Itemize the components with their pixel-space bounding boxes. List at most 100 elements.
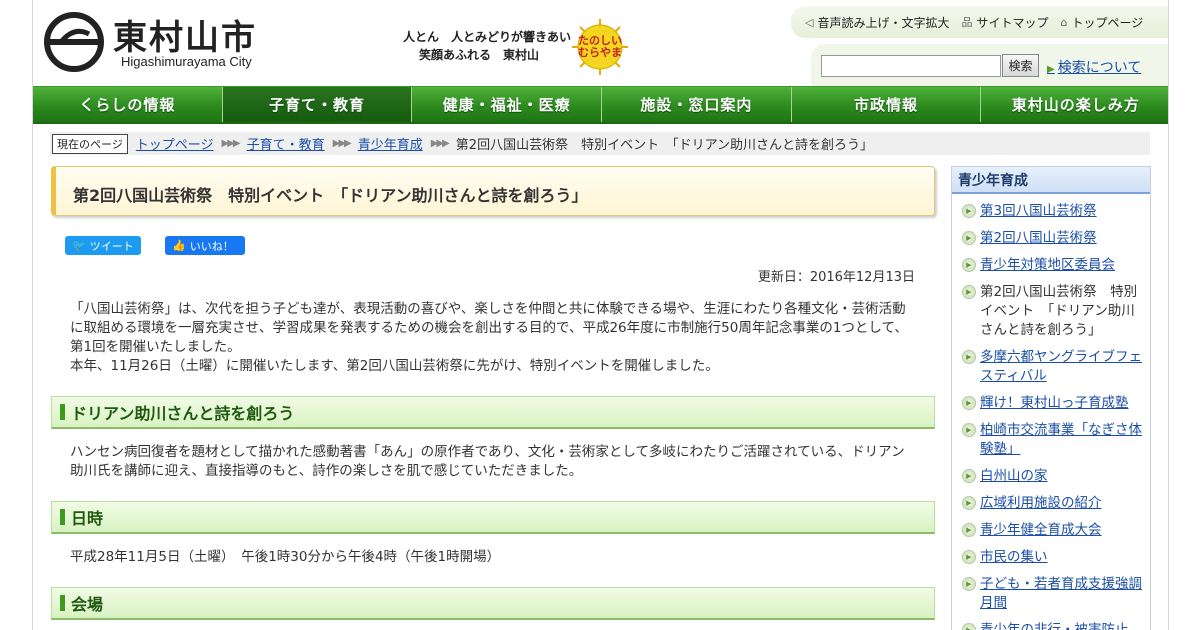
sidebar-link[interactable]: 青少年健全育成大会	[980, 521, 1102, 540]
sidebar-link[interactable]: 白州山の家	[980, 467, 1048, 486]
bullet-arrow-icon: ▶	[962, 423, 976, 437]
nav-item-city-admin[interactable]: 市政情報	[791, 87, 982, 122]
page-title: 第2回八国山芸術祭 特別イベント 「ドリアン助川さんと詩を創ろう」	[73, 186, 588, 205]
arrow-right-icon: ▶	[1047, 64, 1055, 75]
sidebar-list: ▶ 第3回八国山芸術祭 ▶ 第2回八国山芸術祭 ▶ 青少年対策地区委員会 ▶ 第2回八国…	[952, 194, 1150, 630]
sidebar-link[interactable]: 柏崎市交流事業「なぎさ体験塾」	[980, 421, 1144, 459]
top-page-icon: ⌂	[1060, 15, 1068, 29]
nav-item-health-welfare[interactable]: 健康・福祉・医療	[412, 87, 603, 122]
sidebar-item: ▶ 青少年対策地区委員会	[962, 256, 1144, 275]
section-heading: 会場	[51, 587, 935, 620]
tweet-button[interactable]: 🐦 ツイート	[65, 236, 141, 255]
tools-bar: ◁ 音声読み上げ・文字拡大 品 サイトマップ ⌂ トップページ	[791, 6, 1168, 38]
sidebar-link[interactable]: 第2回八国山芸術祭	[980, 229, 1097, 248]
heading-bar-icon	[60, 404, 65, 420]
sidebar-item: ▶ 柏崎市交流事業「なぎさ体験塾」	[962, 421, 1144, 459]
breadcrumb-here-label: 現在のページ	[52, 133, 128, 154]
bullet-arrow-icon: ▶	[962, 258, 976, 272]
sidebar-item-current: ▶ 第2回八国山芸術祭 特別イベント 「ドリアン助川さんと詩を創ろう」	[962, 283, 1144, 340]
search-input[interactable]	[821, 55, 1001, 77]
sidebar-link[interactable]: 広域利用施設の紹介	[980, 494, 1102, 513]
sidebar-title: 青少年育成	[952, 167, 1150, 194]
bullet-arrow-icon: ▶	[962, 285, 976, 299]
bullet-arrow-icon: ▶	[962, 231, 976, 245]
top-page-link[interactable]: ⌂ トップページ	[1061, 14, 1144, 31]
breadcrumb-separator-icon: ▶▶▶	[221, 138, 241, 149]
nav-item-living[interactable]: くらしの情報	[33, 87, 223, 122]
sidebar-link[interactable]: 子ども・若者育成支援強調月間	[980, 575, 1144, 613]
bullet-arrow-icon: ▶	[962, 469, 976, 483]
sidebar-item: ▶ 広域利用施設の紹介	[962, 494, 1144, 513]
thumbs-up-icon: 👍	[172, 239, 186, 252]
slogan-line-2: 笑顔あふれる 東村山	[419, 48, 540, 62]
global-nav: くらしの情報 子育て・教育 健康・福祉・医療 施設・窓口案内 市政情報 東村山の…	[33, 86, 1168, 124]
section-heading-text: ドリアン助川さんと詩を創ろう	[71, 404, 295, 423]
twitter-icon: 🐦	[72, 239, 86, 252]
bullet-arrow-icon: ▶	[962, 577, 976, 591]
emblem-icon: たのしい むらやま	[571, 18, 629, 76]
sidebar-link[interactable]: 多摩六都ヤングライブフェスティバル	[980, 348, 1144, 386]
sidebar-item: ▶ 白州山の家	[962, 467, 1144, 486]
city-logo-icon[interactable]	[39, 12, 109, 72]
breadcrumb: 現在のページ トップページ ▶▶▶ 子育て・教育 ▶▶▶ 青少年育成 ▶▶▶ 第…	[50, 132, 1150, 155]
breadcrumb-link-childcare[interactable]: 子育て・教育	[247, 134, 325, 153]
like-label: いいね！	[189, 239, 234, 253]
search-button[interactable]: 検索	[1002, 54, 1039, 77]
bullet-arrow-icon: ▶	[962, 496, 976, 510]
sitemap-label: サイトマップ	[976, 15, 1049, 30]
sidebar-link[interactable]: 青少年の非行・被害防止	[980, 621, 1129, 630]
intro-paragraph-2: 本年、11月26日（土曜）に開催いたします、第2回八国山芸術祭に先がけ、特別イベ…	[70, 358, 719, 374]
top-page-label: トップページ	[1071, 15, 1144, 30]
breadcrumb-link-top[interactable]: トップページ	[136, 134, 214, 153]
sidebar-link[interactable]: 青少年対策地区委員会	[980, 256, 1115, 275]
sitemap-icon: 品	[961, 16, 973, 29]
bullet-arrow-icon: ▶	[962, 350, 976, 364]
nav-item-facilities[interactable]: 施設・窓口案内	[602, 87, 792, 122]
bullet-arrow-icon: ▶	[962, 204, 976, 218]
search-area: 検索 ▶ 検索について	[811, 44, 1168, 86]
slogan: 人とん 人とみどりが響きあい 笑顔あふれる 東村山	[403, 28, 571, 64]
updated-date: 更新日：2016年12月13日	[757, 270, 915, 285]
heading-bar-icon	[60, 509, 65, 525]
tweet-label: ツイート	[89, 239, 134, 253]
sidebar-link[interactable]: 第3回八国山芸術祭	[980, 202, 1097, 221]
page-title-box: 第2回八国山芸術祭 特別イベント 「ドリアン助川さんと詩を創ろう」	[51, 166, 935, 216]
section-heading: ドリアン助川さんと詩を創ろう	[51, 396, 935, 429]
emblem-text: たのしい むらやま	[578, 34, 622, 59]
sidebar-item: ▶ 青少年健全育成大会	[962, 521, 1144, 540]
bullet-arrow-icon: ▶	[962, 623, 976, 630]
speaker-icon: ◁	[805, 15, 814, 29]
breadcrumb-current: 第2回八国山芸術祭 特別イベント 「ドリアン助川さんと詩を創ろう」	[455, 138, 874, 153]
sidebar-item: ▶ 青少年の非行・被害防止	[962, 621, 1144, 630]
breadcrumb-separator-icon: ▶▶▶	[430, 138, 450, 149]
nav-item-childcare-education[interactable]: 子育て・教育	[222, 87, 413, 122]
section-text: ハンセン病回復者を題材として描かれた感動著書「あん」の原作者であり、文化・芸術家…	[70, 444, 905, 479]
section-heading-text: 日時	[71, 509, 104, 528]
sidebar-link[interactable]: 輝け！東村山っ子育成塾	[980, 394, 1129, 413]
sidebar-item: ▶ 第3回八国山芸術祭	[962, 202, 1144, 221]
sidebar-item: ▶ 子ども・若者育成支援強調月間	[962, 575, 1144, 613]
sitemap-link[interactable]: 品 サイトマップ	[961, 14, 1048, 31]
like-button[interactable]: 👍 いいね！	[165, 236, 245, 255]
search-about-label: 検索について	[1057, 60, 1142, 76]
site-header: 東村山市 Higashimurayama City 人とん 人とみどりが響きあい…	[33, 0, 1168, 86]
city-name-roman: Higashimurayama City	[121, 54, 252, 69]
voice-tool-label: 音声読み上げ・文字拡大	[817, 15, 950, 30]
heading-bar-icon	[60, 595, 65, 611]
sidebar-item: ▶ 輝け！東村山っ子育成塾	[962, 394, 1144, 413]
sidebar: 青少年育成 ▶ 第3回八国山芸術祭 ▶ 第2回八国山芸術祭 ▶ 青少年対策地区委員会 …	[951, 166, 1151, 630]
page-frame: 東村山市 Higashimurayama City 人とん 人とみどりが響きあい…	[32, 0, 1169, 630]
nav-item-enjoy[interactable]: 東村山の楽しみ方	[981, 87, 1168, 122]
bullet-arrow-icon: ▶	[962, 396, 976, 410]
breadcrumb-link-youth[interactable]: 青少年育成	[358, 134, 423, 153]
sidebar-current-label: 第2回八国山芸術祭 特別イベント 「ドリアン助川さんと詩を創ろう」	[980, 284, 1138, 338]
intro-paragraph-1: 「八国山芸術祭」は、次代を担う子ども達が、表現活動の喜びや、楽しさを仲間と共に体…	[70, 301, 908, 355]
bullet-arrow-icon: ▶	[962, 550, 976, 564]
voice-tool-link[interactable]: ◁ 音声読み上げ・文字拡大	[805, 14, 949, 31]
section-heading: 日時	[51, 501, 935, 534]
sidebar-link[interactable]: 市民の集い	[980, 548, 1048, 567]
sidebar-item: ▶ 多摩六都ヤングライブフェスティバル	[962, 348, 1144, 386]
section-text: 平成28年11月5日（土曜） 午後1時30分から午後4時（午後1時開場）	[70, 549, 501, 565]
search-about-link[interactable]: ▶ 検索について	[1047, 57, 1141, 77]
sidebar-item: ▶ 市民の集い	[962, 548, 1144, 567]
